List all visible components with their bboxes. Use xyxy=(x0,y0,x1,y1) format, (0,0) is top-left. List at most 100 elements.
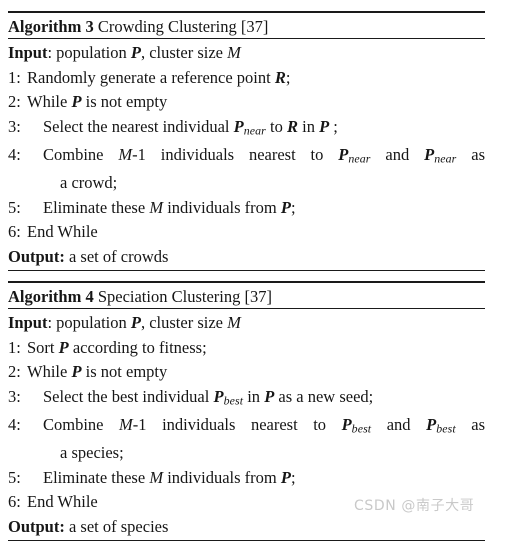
algorithm-4-step-1: 1: Sort P according to fitness; xyxy=(8,336,485,361)
algorithm-4-step-4-continuation: a species; xyxy=(60,443,124,463)
algorithm-4-step-5-number: 5: xyxy=(8,467,21,487)
algorithm-3-title-number: 3 xyxy=(85,16,94,36)
algorithm-4-step-4-var-Pbest-2: Pbest xyxy=(426,414,456,436)
algorithm-4-step-5-text-3: ; xyxy=(290,467,296,487)
algorithm-4-step-3-body: Select the best individual Pbest in P as… xyxy=(27,386,374,408)
algorithm-4-step-2-number: 2: xyxy=(8,362,21,382)
algorithm-3-step-5-text-3: ; xyxy=(290,197,296,217)
algorithm-3-step-3-var-Pnear: Pnear xyxy=(233,116,266,138)
algorithm-4-step-4-var-Pbest-2-base: P xyxy=(426,414,437,434)
algorithm-3-step-3-body: Select the nearest individual Pnear to R… xyxy=(27,116,338,138)
algorithm-3-step-3-text-1: Select the nearest individual xyxy=(43,116,234,136)
algorithm-3-input-text-1: population xyxy=(56,43,131,62)
algorithm-4-step-4-text-3: and xyxy=(371,414,427,434)
algorithm-3-step-3-var-Pnear-base: P xyxy=(233,116,244,136)
algorithm-3-step-2: 2: While P is not empty xyxy=(8,90,485,115)
algorithm-4-step-3-number: 3: xyxy=(8,386,21,406)
algorithm-4-step-4-text-1: Combine xyxy=(43,414,120,434)
algorithm-4-step-2-text-1: While xyxy=(27,362,72,382)
algorithm-3-step-4-var-M: M xyxy=(118,144,133,164)
algorithm-3-step-4: 4: Combine M-1 individuals nearest to Pne… xyxy=(8,143,485,171)
algorithm-4-step-1-number: 1: xyxy=(8,337,21,357)
algorithm-3-title-keyword: Algorithm xyxy=(8,16,82,36)
algorithm-3-block: Algorithm 3 Crowding Clustering [37] Inp… xyxy=(8,11,485,271)
algorithm-4-input-text-1: population xyxy=(56,313,131,332)
algorithm-3-step-4-body: Combine M-1 individuals nearest to Pnear… xyxy=(27,143,485,171)
algorithm-4-step-5-var-M: M xyxy=(149,467,164,487)
algorithm-3-step-4-var-Pnear-1: Pnear xyxy=(338,145,371,166)
algorithm-3-step-6: 6: End While xyxy=(8,220,485,245)
algorithm-4-input-line: Input: population P, cluster size M xyxy=(8,311,485,336)
algorithm-3-step-4-text-4: as xyxy=(456,144,485,164)
algorithm-4-output-label: Output: xyxy=(8,516,65,536)
algorithm-4-input-label: Input xyxy=(8,313,48,332)
algorithm-4-output-line: Output: a set of species xyxy=(8,515,485,540)
algorithm-3-step-3-var-R: R xyxy=(286,116,298,136)
algorithm-3-step-1-text-1: Randomly generate a reference point xyxy=(27,67,275,87)
algorithm-4-step-4-var-M: M xyxy=(119,414,133,434)
algorithm-4-step-3-text-3: as a new seed; xyxy=(274,386,374,406)
algorithm-3-step-4-var-Pnear-2-sub: near xyxy=(434,151,457,166)
algorithm-4-step-4-var-Pbest-1-sub: best xyxy=(351,421,372,436)
algorithm-3-step-3-text-3: in xyxy=(297,116,320,136)
algorithm-3-step-4-number: 4: xyxy=(8,144,21,164)
algorithm-3-step-5: 5: Eliminate these M individuals from P; xyxy=(8,196,485,221)
algorithm-3-step-5-body: Eliminate these M individuals from P; xyxy=(27,198,296,217)
algorithm-3-step-3: 3: Select the nearest individual Pnear to… xyxy=(8,115,485,143)
algorithm-4-step-1-text-1: Sort xyxy=(27,337,59,357)
algorithm-4-input-var-population: P xyxy=(130,313,141,332)
algorithm-4-output-text: a set of species xyxy=(64,516,169,536)
algorithm-4-step-4-number: 4: xyxy=(8,414,21,434)
algorithm-3-step-4-text-3: and xyxy=(370,144,425,164)
algorithm-3-output-label: Output: xyxy=(8,246,65,266)
algorithm-4-title-keyword: Algorithm xyxy=(8,286,82,306)
algorithm-3-step-5-number: 5: xyxy=(8,197,21,217)
algorithm-3-input-var-clustersize: M xyxy=(227,43,241,62)
algorithm-4-step-5: 5: Eliminate these M individuals from P; xyxy=(8,466,485,491)
algorithm-3-step-3-number: 3: xyxy=(8,116,21,136)
algorithm-3-step-5-var-M: M xyxy=(149,197,164,217)
algorithm-4-step-2-var-P: P xyxy=(71,362,82,382)
algorithm-4-step-4-text-4: as xyxy=(455,414,486,434)
algorithm-3-step-6-text: End While xyxy=(27,222,98,242)
algorithm-3-bottom-rule xyxy=(8,269,485,271)
algorithm-4-step-4-body: Combine M-1 individuals nearest to Pbest… xyxy=(27,413,485,441)
algorithm-4-step-5-text-2: individuals from xyxy=(163,467,281,487)
algorithm-3-step-3-var-Pnear-sub: near xyxy=(243,123,266,138)
algorithm-3-step-5-text-2: individuals from xyxy=(163,197,281,217)
algorithm-4-input-var-clustersize: M xyxy=(227,313,241,332)
algorithm-3-step-5-text-1: Eliminate these xyxy=(43,197,150,217)
algorithm-4-step-4-var-Pbest-1-base: P xyxy=(341,414,352,434)
algorithm-3-step-2-text-1: While xyxy=(27,92,72,112)
algorithm-4-step-4-var-Pbest-1: Pbest xyxy=(341,414,372,436)
algorithm-3-step-6-number: 6: xyxy=(8,222,21,242)
algorithm-4-bottom-rule xyxy=(8,539,485,541)
algorithm-3-title: Algorithm 3 Crowding Clustering [37] xyxy=(8,13,485,38)
algorithm-3-output-text: a set of crowds xyxy=(64,246,169,266)
algorithm-4-step-3-var-Pbest-base: P xyxy=(213,386,224,406)
algorithm-4-step-2-text-2: is not empty xyxy=(81,362,168,382)
algorithm-3-output-line: Output: a set of crowds xyxy=(8,245,485,270)
algorithm-3-step-3-text-4: ; xyxy=(329,116,338,136)
algorithm-4-title-name: Speciation Clustering xyxy=(97,286,241,306)
algorithm-3-step-1-var-R: R xyxy=(274,67,286,87)
algorithm-4-title: Algorithm 4 Speciation Clustering [37] xyxy=(8,283,485,308)
algorithm-4-step-3-text-1: Select the best individual xyxy=(43,386,214,406)
algorithm-4-step-3-text-2: in xyxy=(243,386,265,406)
algorithm-3-step-2-var-P: P xyxy=(71,92,82,112)
algorithm-4-step-4: 4: Combine M-1 individuals nearest to Pbe… xyxy=(8,413,485,441)
algorithm-3-step-2-number: 2: xyxy=(8,92,21,112)
algorithm-3-step-4-var-Pnear-1-sub: near xyxy=(348,151,371,166)
algorithm-4-step-1-var-P: P xyxy=(58,337,69,357)
algorithm-3-step-5-var-P: P xyxy=(280,197,291,217)
algorithm-3-input-line: Input: population P, cluster size M xyxy=(8,41,485,66)
algorithm-4-step-5-var-P: P xyxy=(280,467,291,487)
algorithm-3-title-reference: [37] xyxy=(240,16,269,36)
algorithm-3-input-text-2: , cluster size xyxy=(140,43,228,62)
algorithm-4-step-1-text-2: according to fitness; xyxy=(68,337,207,357)
algorithm-4-input-text-2: , cluster size xyxy=(140,313,228,332)
algorithm-3-step-1-number: 1: xyxy=(8,67,21,87)
algorithm-3-step-1-text-2: ; xyxy=(285,67,291,87)
algorithm-3-step-3-text-2: to xyxy=(265,116,287,136)
algorithm-4-step-6-text: End While xyxy=(27,492,98,512)
